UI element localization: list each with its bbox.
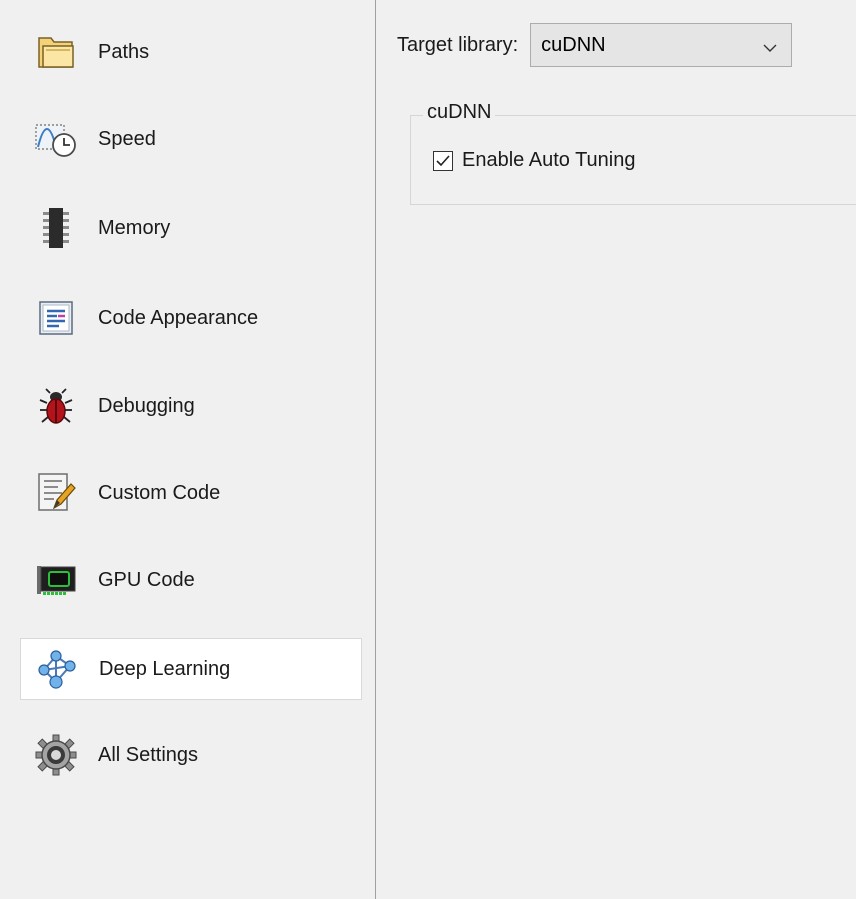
chevron-down-icon — [763, 38, 777, 52]
sidebar-item-label: Custom Code — [98, 481, 221, 504]
sidebar-item-label: Code Appearance — [98, 306, 259, 329]
enable-auto-tuning-option[interactable]: Enable Auto Tuning — [433, 149, 635, 172]
gpu-card-icon — [34, 558, 78, 602]
gear-icon — [34, 733, 78, 777]
folder-icon — [34, 30, 78, 74]
sidebar-item-label: Speed — [98, 127, 156, 150]
sidebar-item-deep-learning[interactable]: Deep Learning — [20, 638, 362, 700]
enable-auto-tuning-checkbox[interactable] — [433, 150, 453, 171]
custom-code-icon — [34, 471, 78, 515]
sidebar-item-label: All Settings — [98, 743, 199, 766]
sidebar-item-custom-code[interactable]: Custom Code — [20, 462, 362, 524]
code-appearance-icon — [34, 296, 78, 340]
enable-auto-tuning-label: Enable Auto Tuning — [462, 149, 636, 171]
bug-icon — [34, 384, 78, 428]
cudnn-group-box: cuDNN Enable Auto Tuning — [410, 101, 856, 205]
memory-chip-icon — [34, 206, 78, 250]
speed-clock-icon — [34, 117, 78, 161]
settings-main-panel: Target library: cuDNN cuDNN Enable Auto … — [377, 0, 856, 899]
target-library-label: Target library: — [397, 33, 519, 56]
sidebar-item-paths[interactable]: Paths — [20, 21, 362, 83]
target-library-select[interactable]: cuDNN — [530, 23, 793, 67]
network-nodes-icon — [35, 647, 79, 691]
settings-sidebar: Paths Speed Memory Code Appearance Debug… — [0, 0, 376, 899]
sidebar-item-label: Paths — [98, 40, 150, 63]
sidebar-item-gpu-code[interactable]: GPU Code — [20, 549, 362, 611]
sidebar-item-label: GPU Code — [98, 568, 195, 591]
sidebar-item-all-settings[interactable]: All Settings — [20, 724, 362, 786]
target-library-value: cuDNN — [541, 33, 606, 56]
target-library-row: Target library: cuDNN — [397, 22, 793, 68]
sidebar-item-speed[interactable]: Speed — [20, 108, 362, 170]
checkmark-icon — [436, 154, 450, 166]
sidebar-item-code-appearance[interactable]: Code Appearance — [20, 287, 362, 349]
sidebar-item-memory[interactable]: Memory — [20, 197, 362, 259]
sidebar-item-debugging[interactable]: Debugging — [20, 375, 362, 437]
sidebar-item-label: Debugging — [98, 394, 195, 417]
group-title: cuDNN — [423, 101, 496, 124]
sidebar-item-label: Memory — [98, 216, 171, 239]
sidebar-item-label: Deep Learning — [99, 657, 231, 680]
